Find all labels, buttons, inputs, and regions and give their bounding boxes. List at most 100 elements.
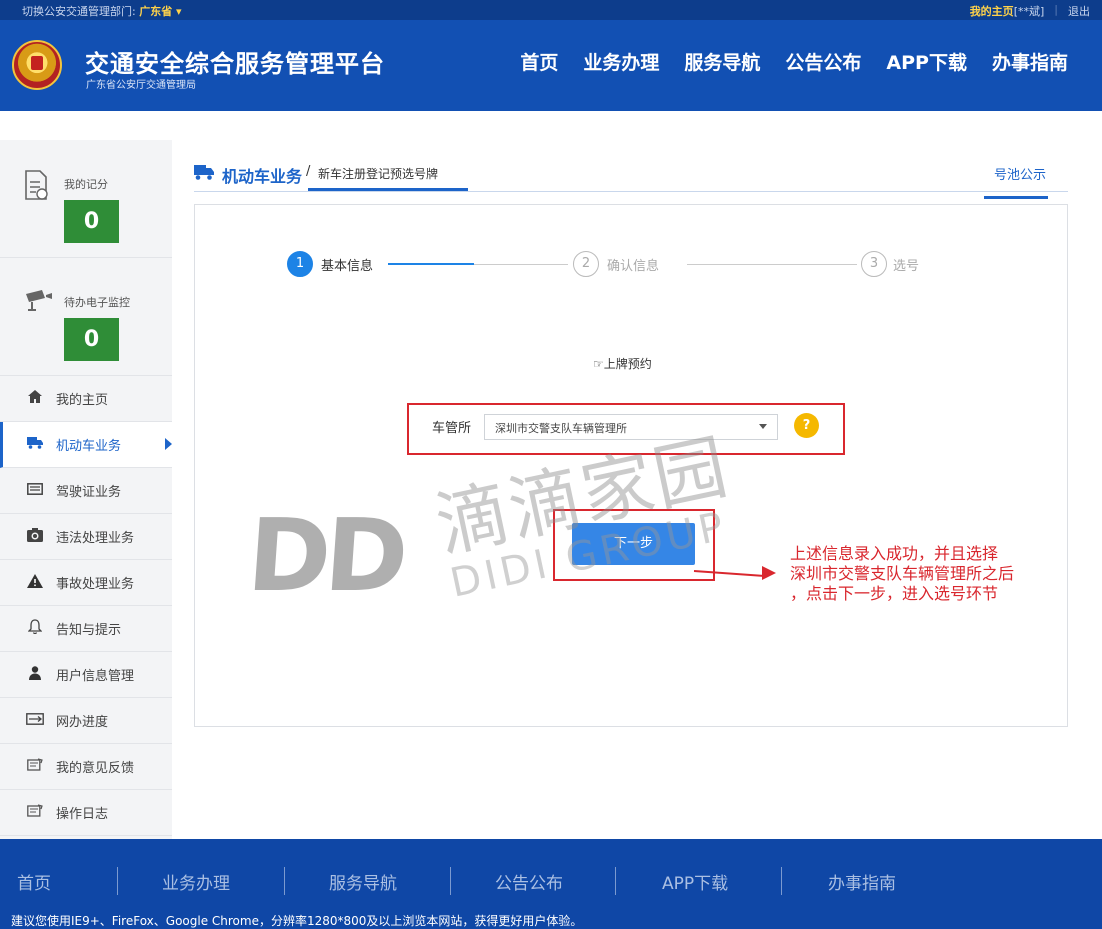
points-box[interactable]: 我的记分 0 — [0, 140, 172, 258]
footer-divider — [284, 867, 285, 895]
browser-recommendation: 建议您使用IE9+、FireFox、Google Chrome，分辨率1280*… — [11, 914, 583, 928]
surveillance-camera-icon — [24, 288, 54, 318]
dropdown-arrow-icon — [759, 424, 767, 429]
step-1-progress-line — [388, 263, 474, 265]
step-3-label: 选号 — [893, 259, 920, 274]
help-icon[interactable]: ? — [794, 413, 819, 438]
department-switch[interactable]: 切换公安交通管理部门: 广东省 ▾ — [22, 3, 182, 19]
sidebar-item-label: 事故处理业务 — [56, 577, 135, 592]
progress-icon — [26, 712, 44, 729]
monitor-count: 0 — [64, 318, 119, 361]
footer-nav-announcements[interactable]: 公告公布 — [495, 869, 563, 894]
step-1-label: 基本信息 — [321, 259, 374, 274]
sidebar-item-license[interactable]: 驾驶证业务 — [0, 468, 172, 514]
annotation-line: 深圳市交警支队车辆管理所之后 — [790, 564, 1015, 583]
breadcrumb-separator: / — [306, 164, 311, 179]
breadcrumb-current: 新车注册登记预选号牌 — [318, 167, 439, 181]
sidebar-item-user-info[interactable]: 用户信息管理 — [0, 652, 172, 698]
number-pool-underline — [984, 196, 1048, 199]
annotation-text: 上述信息录入成功，并且选择 深圳市交警支队车辆管理所之后 ，点击下一步，进入选号… — [790, 544, 1095, 604]
sidebar-item-accident[interactable]: 事故处理业务 — [0, 560, 172, 606]
station-select-value: 深圳市交警支队车辆管理所 — [495, 422, 627, 435]
nav-announcements[interactable]: 公告公布 — [785, 48, 861, 75]
footer-nav-service-guide[interactable]: 服务导航 — [329, 869, 397, 894]
sidebar-item-violation[interactable]: 违法处理业务 — [0, 514, 172, 560]
active-caret-icon — [165, 438, 172, 450]
sidebar: 我的记分 0 待办电子监控 0 我的主页 机动车业务 驾驶证业务 违法处理业务 — [0, 140, 172, 840]
camera-icon — [26, 527, 44, 546]
user-icon — [26, 665, 44, 684]
footer-divider — [781, 867, 782, 895]
annotation-line: ，点击下一步，进入选号环节 — [790, 584, 999, 603]
sidebar-item-label: 网办进度 — [56, 715, 109, 730]
nav-business[interactable]: 业务办理 — [583, 48, 659, 75]
nav-app-download[interactable]: APP下载 — [886, 48, 967, 75]
footer-nav-app-download[interactable]: APP下载 — [662, 869, 728, 894]
breadcrumb-underline — [308, 188, 468, 191]
sidebar-item-label: 驾驶证业务 — [56, 485, 122, 500]
footer-divider — [117, 867, 118, 895]
footer-divider — [615, 867, 616, 895]
sidebar-item-label: 违法处理业务 — [56, 531, 135, 546]
police-emblem-logo — [12, 40, 62, 90]
feedback-icon — [26, 758, 44, 775]
sidebar-item-home[interactable]: 我的主页 — [0, 376, 172, 422]
sidebar-item-progress[interactable]: 网办进度 — [0, 698, 172, 744]
nav-service-guide[interactable]: 服务导航 — [684, 48, 760, 75]
sidebar-item-label: 告知与提示 — [56, 623, 122, 638]
station-label: 车管所 — [432, 421, 472, 436]
department-switch-label: 切换公安交通管理部门: — [22, 5, 136, 18]
step-1-circle: 1 — [287, 251, 313, 277]
step-1-line — [474, 264, 568, 265]
top-links: 我的主页[**斌] | 退出 — [970, 3, 1090, 19]
site-footer: 首页 业务办理 服务导航 公告公布 APP下载 办事指南 建议您使用IE9+、F… — [0, 839, 1102, 929]
footer-nav-business[interactable]: 业务办理 — [162, 869, 230, 894]
sidebar-item-label: 用户信息管理 — [56, 669, 135, 684]
monitor-box[interactable]: 待办电子监控 0 — [0, 258, 172, 376]
sidebar-item-label: 机动车业务 — [56, 439, 122, 454]
truck-icon — [26, 436, 44, 453]
province-dropdown[interactable]: 广东省 ▾ — [139, 5, 181, 18]
annotation-line: 上述信息录入成功，并且选择 — [790, 544, 999, 563]
annotation-arrow-head-icon — [762, 566, 776, 580]
sidebar-item-vehicle[interactable]: 机动车业务 — [0, 422, 172, 468]
nav-guide[interactable]: 办事指南 — [992, 48, 1068, 75]
breadcrumb: 机动车业务 / 新车注册登记预选号牌 号池公示 — [194, 160, 1068, 199]
points-count: 0 — [64, 200, 119, 243]
breadcrumb-section[interactable]: 机动车业务 — [222, 163, 302, 187]
site-header: 交通安全综合服务管理平台 广东省公安厅交通管理局 首页 业务办理 服务导航 公告… — [0, 20, 1102, 111]
step-2-circle: 2 — [573, 251, 599, 277]
station-select[interactable]: 深圳市交警支队车辆管理所 — [484, 414, 778, 440]
step-3-circle: 3 — [861, 251, 887, 277]
nav-home[interactable]: 首页 — [520, 48, 558, 75]
home-icon — [26, 390, 44, 407]
my-home-link[interactable]: 我的主页 — [970, 5, 1014, 18]
sidebar-item-label: 操作日志 — [56, 807, 109, 822]
sidebar-item-feedback[interactable]: 我的意见反馈 — [0, 744, 172, 790]
site-title: 交通安全综合服务管理平台 — [85, 50, 385, 78]
sidebar-item-label: 我的主页 — [56, 393, 109, 408]
footer-nav-home[interactable]: 首页 — [17, 869, 51, 894]
next-step-button[interactable]: 下一步 — [572, 523, 695, 565]
sidebar-item-label: 我的意见反馈 — [56, 761, 135, 776]
document-edit-icon — [24, 170, 48, 206]
top-bar: 切换公安交通管理部门: 广东省 ▾ 我的主页[**斌] | 退出 — [0, 0, 1102, 20]
truck-icon — [194, 164, 214, 184]
main-nav: 首页 业务办理 服务导航 公告公布 APP下载 办事指南 — [520, 48, 1068, 75]
username: [**斌] — [1013, 5, 1045, 18]
top-divider: | — [1054, 3, 1058, 16]
plate-reservation-text: ☞上牌预约 — [593, 357, 652, 371]
bell-icon — [26, 619, 44, 638]
card-icon — [26, 482, 44, 499]
form-panel: 1 基本信息 2 确认信息 3 选号 ☞上牌预约 车管所 深圳市交警支队车辆管理… — [194, 204, 1068, 727]
footer-nav-guide[interactable]: 办事指南 — [828, 869, 896, 894]
warning-icon — [26, 573, 44, 592]
logout-link[interactable]: 退出 — [1068, 3, 1090, 19]
number-pool-link[interactable]: 号池公示 — [994, 164, 1046, 183]
footer-nav: 首页 业务办理 服务导航 公告公布 APP下载 办事指南 — [0, 867, 1102, 897]
monitor-label: 待办电子监控 — [64, 296, 130, 309]
points-label: 我的记分 — [64, 178, 108, 191]
sidebar-item-notice[interactable]: 告知与提示 — [0, 606, 172, 652]
step-2-line — [687, 264, 857, 265]
sidebar-item-log[interactable]: 操作日志 — [0, 790, 172, 836]
